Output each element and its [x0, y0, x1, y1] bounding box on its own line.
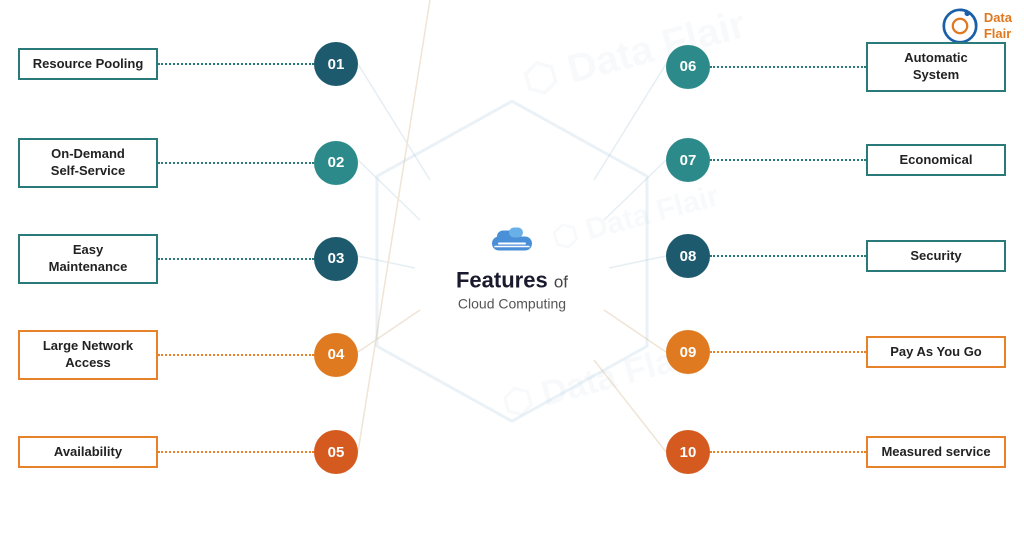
feature-item-05: Availability 05 — [18, 430, 358, 474]
logo-tagline: Flair — [984, 26, 1011, 41]
label-measured-service: Measured service — [866, 436, 1006, 469]
feature-item-01: Resource Pooling 01 — [18, 42, 358, 86]
circle-05: 05 — [314, 430, 358, 474]
circle-04: 04 — [314, 333, 358, 377]
logo-company: Data — [984, 10, 1012, 25]
label-large-network: Large NetworkAccess — [18, 330, 158, 380]
circle-01: 01 — [314, 42, 358, 86]
label-economical: Economical — [866, 144, 1006, 177]
circle-03: 03 — [314, 237, 358, 281]
label-resource-pooling: Resource Pooling — [18, 48, 158, 81]
title-of: of — [554, 273, 568, 292]
dotted-04 — [158, 354, 314, 356]
title-subtitle: Cloud Computing — [456, 296, 568, 312]
feature-item-06: 06 Automatic System — [666, 42, 1006, 92]
dotted-07 — [710, 159, 866, 161]
title-features: Features — [456, 268, 548, 293]
feature-item-08: 08 Security — [666, 234, 1006, 278]
circle-02: 02 — [314, 141, 358, 185]
circle-06: 06 — [666, 45, 710, 89]
circle-08: 08 — [666, 234, 710, 278]
dotted-02 — [158, 162, 314, 164]
label-easy-maintenance: Easy Maintenance — [18, 234, 158, 284]
logo: Data Flair — [942, 8, 1012, 44]
feature-item-07: 07 Economical — [666, 138, 1006, 182]
cloud-icon — [456, 225, 568, 264]
dotted-08 — [710, 255, 866, 257]
dotted-05 — [158, 451, 314, 453]
circle-07: 07 — [666, 138, 710, 182]
main-container: ⬡ Data Flair ⬡ Data Flair ⬡ Data Flair D… — [0, 0, 1024, 536]
dotted-09 — [710, 351, 866, 353]
feature-item-02: On-DemandSelf-Service 02 — [18, 138, 358, 188]
dotted-10 — [710, 451, 866, 453]
label-availability: Availability — [18, 436, 158, 469]
logo-text: Data Flair — [984, 10, 1012, 41]
label-security: Security — [866, 240, 1006, 273]
label-pay-as-you-go: Pay As You Go — [866, 336, 1006, 369]
feature-item-04: Large NetworkAccess 04 — [18, 330, 358, 380]
dotted-06 — [710, 66, 866, 68]
features-title: Features of — [456, 268, 568, 294]
dotted-01 — [158, 63, 314, 65]
feature-item-10: 10 Measured service — [666, 430, 1006, 474]
feature-item-03: Easy Maintenance 03 — [18, 234, 358, 284]
center-content: Features of Cloud Computing — [456, 225, 568, 312]
logo-icon — [942, 8, 978, 44]
label-ondemand: On-DemandSelf-Service — [18, 138, 158, 188]
label-automatic: Automatic System — [866, 42, 1006, 92]
dotted-03 — [158, 258, 314, 260]
circle-09: 09 — [666, 330, 710, 374]
circle-10: 10 — [666, 430, 710, 474]
feature-item-09: 09 Pay As You Go — [666, 330, 1006, 374]
